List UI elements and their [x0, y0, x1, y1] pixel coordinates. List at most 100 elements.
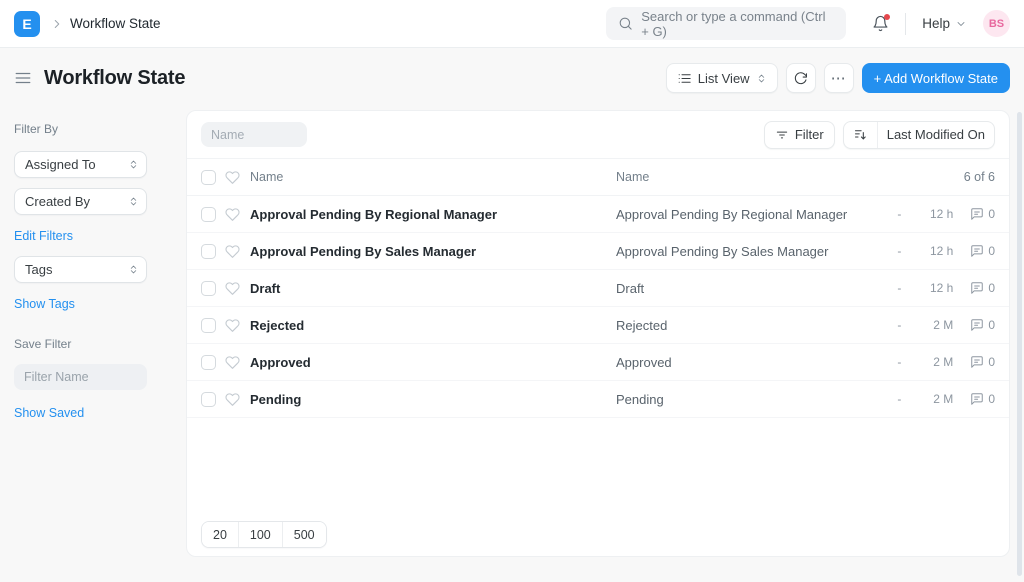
filter-icon — [775, 128, 789, 142]
user-avatar[interactable]: BS — [983, 10, 1010, 37]
row-checkbox[interactable] — [201, 392, 216, 407]
search-icon — [618, 16, 633, 31]
select-updown-icon — [128, 159, 139, 170]
view-switcher-label: List View — [698, 71, 750, 86]
filter-actions: Filter Last Modified On — [764, 121, 995, 149]
row-comments[interactable]: 0 — [970, 318, 995, 332]
heart-icon[interactable] — [225, 392, 240, 407]
heart-icon[interactable] — [225, 170, 240, 185]
comment-count: 0 — [988, 207, 995, 221]
refresh-button[interactable] — [786, 63, 816, 93]
row-comments[interactable]: 0 — [970, 244, 995, 258]
row-comments[interactable]: 0 — [970, 355, 995, 369]
assigned-to-select[interactable]: Assigned To — [14, 151, 147, 178]
global-search-input[interactable]: Search or type a command (Ctrl + G) — [606, 7, 846, 40]
row-comments[interactable]: 0 — [970, 207, 995, 221]
heart-icon[interactable] — [225, 318, 240, 333]
search-placeholder: Search or type a command (Ctrl + G) — [641, 9, 834, 39]
row-checkbox[interactable] — [201, 244, 216, 259]
row-title: Approval Pending By Regional Manager — [616, 207, 882, 222]
sidebar-toggle-icon[interactable] — [14, 69, 32, 87]
comment-count: 0 — [988, 318, 995, 332]
top-navbar: E Workflow State Search or type a comman… — [0, 0, 1024, 48]
row-modified: 2 M — [921, 355, 953, 369]
created-by-select[interactable]: Created By — [14, 188, 147, 215]
column-header-title[interactable]: Name — [616, 170, 952, 184]
list-header-row: Name Name 6 of 6 — [187, 159, 1009, 196]
row-meta: - 12 h 0 — [894, 207, 995, 221]
heart-icon[interactable] — [225, 355, 240, 370]
page-header: Workflow State List View ⋯ + Add Workflo… — [0, 48, 1024, 108]
filter-name-input[interactable] — [14, 364, 147, 390]
comment-icon — [970, 392, 984, 406]
select-updown-icon — [128, 196, 139, 207]
row-modified: 2 M — [921, 318, 953, 332]
page-size-selector: 20100500 — [201, 521, 327, 548]
help-label: Help — [922, 16, 950, 31]
assigned-to-value: Assigned To — [25, 157, 96, 172]
heart-icon[interactable] — [225, 244, 240, 259]
comment-count: 0 — [988, 355, 995, 369]
list-row[interactable]: Rejected Rejected - 2 M 0 — [187, 307, 1009, 344]
select-all-checkbox[interactable] — [201, 170, 216, 185]
row-name-link[interactable]: Rejected — [250, 318, 616, 333]
filter-button[interactable]: Filter — [764, 121, 835, 149]
row-title: Rejected — [616, 318, 882, 333]
list-row[interactable]: Approval Pending By Regional Manager App… — [187, 196, 1009, 233]
page-size-button-100[interactable]: 100 — [238, 522, 282, 547]
app-logo[interactable]: E — [14, 11, 40, 37]
sort-direction-button[interactable] — [844, 122, 877, 148]
comment-icon — [970, 355, 984, 369]
help-dropdown[interactable]: Help — [922, 16, 967, 31]
list-row[interactable]: Approval Pending By Sales Manager Approv… — [187, 233, 1009, 270]
row-name-link[interactable]: Approval Pending By Regional Manager — [250, 207, 616, 222]
created-by-value: Created By — [25, 194, 90, 209]
view-switcher-button[interactable]: List View — [666, 63, 778, 93]
row-checkbox[interactable] — [201, 318, 216, 333]
list-row[interactable]: Pending Pending - 2 M 0 — [187, 381, 1009, 418]
row-meta: - 2 M 0 — [894, 318, 995, 332]
list-sidebar: Filter By Assigned To Created By Edit Fi… — [0, 108, 186, 582]
heart-icon[interactable] — [225, 281, 240, 296]
list-row[interactable]: Approved Approved - 2 M 0 — [187, 344, 1009, 381]
row-checkbox[interactable] — [201, 207, 216, 222]
row-meta: - 12 h 0 — [894, 244, 995, 258]
tags-select[interactable]: Tags — [14, 256, 147, 283]
notifications-bell-button[interactable] — [872, 15, 889, 32]
row-checkbox[interactable] — [201, 281, 216, 296]
vertical-scrollbar[interactable] — [1017, 112, 1022, 576]
result-count[interactable]: 6 of 6 — [964, 170, 995, 184]
heart-icon[interactable] — [225, 207, 240, 222]
page-size-button-20[interactable]: 20 — [202, 522, 238, 547]
row-name-link[interactable]: Approval Pending By Sales Manager — [250, 244, 616, 259]
list-filter-bar: Filter Last Modified On — [187, 111, 1009, 159]
show-saved-link[interactable]: Show Saved — [14, 406, 84, 420]
show-tags-link[interactable]: Show Tags — [14, 297, 75, 311]
navbar-right-cluster: Search or type a command (Ctrl + G) Help… — [606, 7, 1010, 40]
row-name-link[interactable]: Pending — [250, 392, 616, 407]
row-comments[interactable]: 0 — [970, 392, 995, 406]
breadcrumb[interactable]: Workflow State — [70, 16, 161, 31]
comment-count: 0 — [988, 244, 995, 258]
name-filter-input[interactable] — [201, 122, 307, 147]
page-size-button-500[interactable]: 500 — [282, 522, 326, 547]
filter-button-label: Filter — [795, 127, 824, 142]
row-checkbox[interactable] — [201, 355, 216, 370]
row-title: Pending — [616, 392, 882, 407]
row-comments[interactable]: 0 — [970, 281, 995, 295]
add-workflow-state-button[interactable]: + Add Workflow State — [862, 63, 1010, 93]
sort-field-button[interactable]: Last Modified On — [877, 122, 994, 148]
list-row[interactable]: Draft Draft - 12 h 0 — [187, 270, 1009, 307]
more-options-button[interactable]: ⋯ — [824, 63, 854, 93]
row-name-link[interactable]: Approved — [250, 355, 616, 370]
row-modified: 12 h — [921, 244, 953, 258]
row-title: Draft — [616, 281, 882, 296]
breadcrumb-chevron-icon — [50, 17, 64, 31]
page-header-actions: List View ⋯ + Add Workflow State — [666, 63, 1010, 93]
column-header-name[interactable]: Name — [250, 170, 616, 184]
row-name-link[interactable]: Draft — [250, 281, 616, 296]
row-meta: - 2 M 0 — [894, 392, 995, 406]
row-assignee: - — [894, 281, 904, 295]
comment-count: 0 — [988, 392, 995, 406]
edit-filters-link[interactable]: Edit Filters — [14, 229, 73, 243]
